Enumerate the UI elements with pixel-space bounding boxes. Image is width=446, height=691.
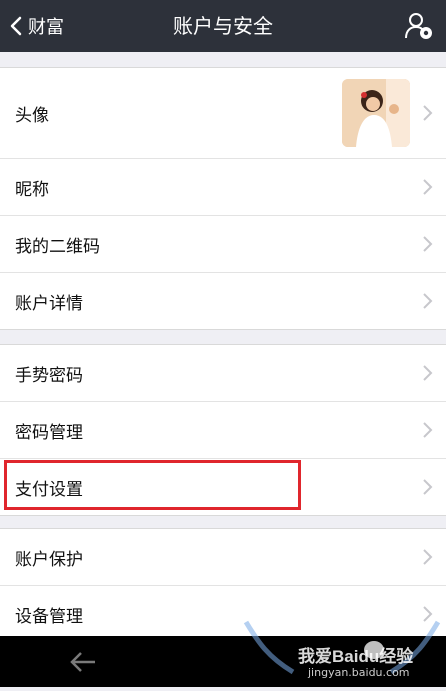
profile-section: 头像 昵称 我的二维码 账户详情 bbox=[0, 67, 446, 330]
row-label: 设备管理 bbox=[15, 606, 83, 627]
row-payment-settings[interactable]: 支付设置 bbox=[0, 459, 446, 515]
chevron-right-icon bbox=[423, 606, 433, 622]
row-gesture-password[interactable]: 手势密码 bbox=[0, 345, 446, 402]
user-settings-icon[interactable] bbox=[404, 11, 434, 41]
chevron-right-icon bbox=[423, 293, 433, 309]
chevron-right-icon bbox=[423, 105, 433, 121]
row-device-management[interactable]: 设备管理 bbox=[0, 586, 446, 642]
chevron-right-icon bbox=[423, 422, 433, 438]
password-section: 手势密码 密码管理 支付设置 bbox=[0, 344, 446, 516]
row-nickname[interactable]: 昵称 bbox=[0, 159, 446, 216]
row-label: 账户保护 bbox=[15, 549, 83, 570]
row-label: 头像 bbox=[15, 105, 49, 126]
row-label: 手势密码 bbox=[15, 365, 83, 386]
chevron-right-icon bbox=[423, 479, 433, 495]
top-nav-bar: 财富 账户与安全 bbox=[0, 0, 446, 52]
row-label: 账户详情 bbox=[15, 293, 83, 314]
row-account-protection[interactable]: 账户保护 bbox=[0, 529, 446, 586]
row-label: 密码管理 bbox=[15, 422, 83, 443]
protection-section: 账户保护 设备管理 bbox=[0, 528, 446, 643]
row-account-details[interactable]: 账户详情 bbox=[0, 273, 446, 329]
row-label: 我的二维码 bbox=[15, 236, 100, 257]
row-avatar[interactable]: 头像 bbox=[0, 68, 446, 159]
chevron-right-icon bbox=[423, 365, 433, 381]
row-qrcode[interactable]: 我的二维码 bbox=[0, 216, 446, 273]
avatar bbox=[342, 79, 410, 147]
chevron-right-icon bbox=[423, 179, 433, 195]
row-label: 昵称 bbox=[15, 179, 49, 200]
avatar-photo-icon bbox=[342, 79, 410, 147]
row-password-management[interactable]: 密码管理 bbox=[0, 402, 446, 459]
arrow-left-icon[interactable] bbox=[68, 649, 98, 675]
chevron-right-icon bbox=[423, 236, 433, 252]
row-label: 支付设置 bbox=[15, 479, 83, 500]
page-title: 账户与安全 bbox=[173, 14, 273, 38]
bottom-nav-bar bbox=[0, 636, 446, 687]
chevron-right-icon bbox=[423, 549, 433, 565]
